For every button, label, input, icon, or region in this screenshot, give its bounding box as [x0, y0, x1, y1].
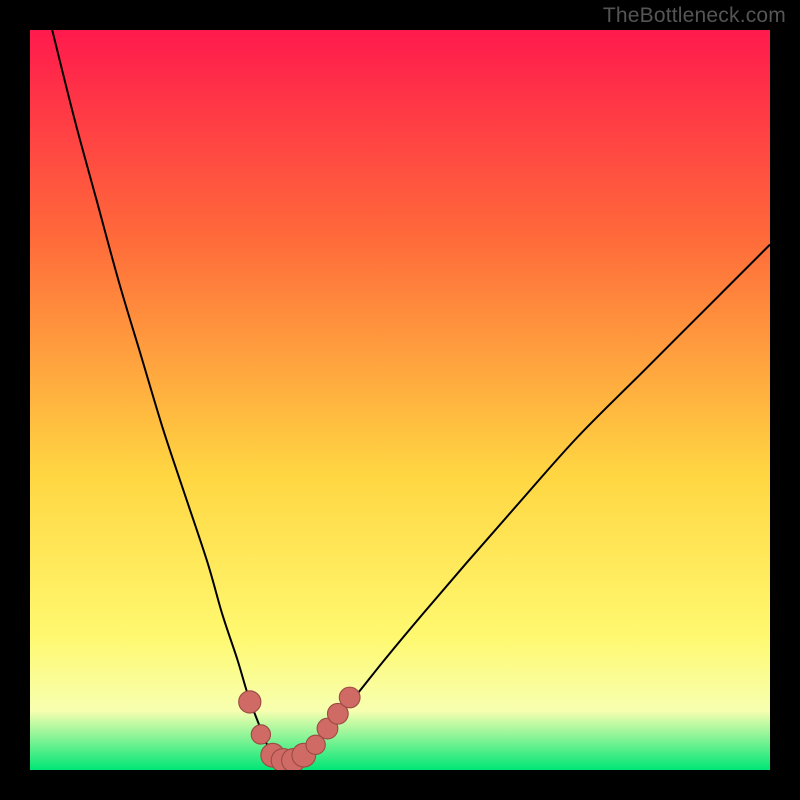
point-b	[251, 725, 270, 744]
watermark-text: TheBottleneck.com	[603, 4, 786, 28]
chart-frame: TheBottleneck.com	[0, 0, 800, 800]
plot-area	[30, 30, 770, 770]
gradient-background	[30, 30, 770, 770]
point-a	[239, 691, 261, 713]
plot-svg	[30, 30, 770, 770]
point-j	[339, 687, 360, 708]
